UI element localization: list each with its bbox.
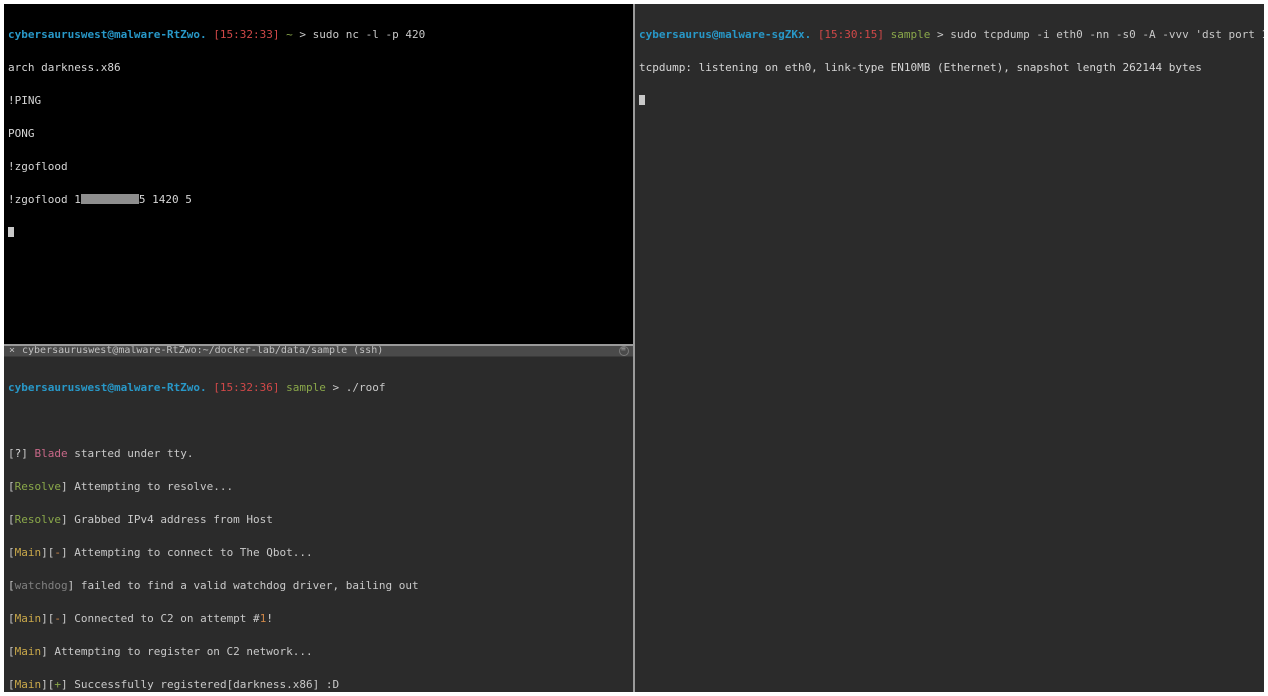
output-line: !zgoflood 1 5 1420 5 [8, 194, 629, 205]
window-frame: cybersauruswest@malware-RtZwo. [15:32:33… [0, 0, 1268, 696]
tag-main: Main [15, 546, 42, 559]
command-text: ./roof [346, 381, 386, 394]
command-text: sudo nc -l -p 420 [313, 28, 426, 41]
cursor-icon [639, 95, 645, 105]
pane-top-left[interactable]: cybersauruswest@malware-RtZwo. [15:32:33… [4, 4, 633, 344]
prompt-user: cybersauruswest@malware-RtZwo. [8, 28, 207, 41]
tag-main: Main [15, 678, 42, 691]
tag-main: Main [15, 645, 42, 658]
prompt-sep: > [937, 28, 944, 41]
prompt-user: cybersauruswest@malware-RtZwo. [8, 381, 207, 394]
prompt-line: cybersaurus@malware-sgZKx. [15:30:15] sa… [639, 29, 1260, 40]
output-line: [Main][-] Connected to C2 on attempt #1! [8, 613, 629, 624]
output-line: [Resolve] Attempting to resolve... [8, 481, 629, 492]
prompt-path: ~ [286, 28, 293, 41]
command-text: sudo tcpdump -i eth0 -nn -s0 -A -vvv 'ds… [950, 28, 1264, 41]
output-line: [?] Blade started under tty. [8, 448, 629, 459]
blank-line [8, 415, 629, 426]
output-line: [watchdog] failed to find a valid watchd… [8, 580, 629, 591]
output-line: !PING [8, 95, 629, 106]
cursor-icon [8, 227, 14, 237]
prompt-sep: > [299, 28, 306, 41]
tag-resolve: Resolve [15, 513, 61, 526]
prompt-user: cybersaurus@malware-sgZKx. [639, 28, 811, 41]
output-line: arch darkness.x86 [8, 62, 629, 73]
prompt-time: [15:32:33] [213, 28, 279, 41]
cursor-line [8, 227, 629, 238]
output-line: [Resolve] Grabbed IPv4 address from Host [8, 514, 629, 525]
terminal-output: cybersaurus@malware-sgZKx. [15:30:15] sa… [635, 4, 1264, 132]
output-line: [Main][-] Attempting to connect to The Q… [8, 547, 629, 558]
redacted-ip [81, 194, 139, 204]
hamburger-icon[interactable] [619, 346, 629, 356]
prompt-line: cybersauruswest@malware-RtZwo. [15:32:36… [8, 382, 629, 393]
pane-right[interactable]: cybersaurus@malware-sgZKx. [15:30:15] sa… [635, 4, 1264, 692]
prompt-path: sample [286, 381, 326, 394]
output-line: [Main] Attempting to register on C2 netw… [8, 646, 629, 657]
prompt-sep: > [333, 381, 340, 394]
tab-title[interactable]: cybersauruswest@malware-RtZwo:~/docker-l… [22, 346, 613, 356]
close-icon[interactable]: × [8, 346, 16, 356]
output-line: PONG [8, 128, 629, 139]
terminal-output: cybersauruswest@malware-RtZwo. [15:32:33… [4, 4, 633, 264]
prompt-time: [15:32:36] [213, 381, 279, 394]
prompt-time: [15:30:15] [818, 28, 884, 41]
cursor-line [639, 95, 1260, 106]
output-line: [Main][+] Successfully registered[darkne… [8, 679, 629, 690]
tag-blade: Blade [35, 447, 68, 460]
tag-main: Main [15, 612, 42, 625]
output-text: 5 1420 5 [139, 193, 192, 206]
prompt-line: cybersauruswest@malware-RtZwo. [15:32:33… [8, 29, 629, 40]
output-line: !zgoflood [8, 161, 629, 172]
terminal-multiplexer-grid: cybersauruswest@malware-RtZwo. [15:32:33… [4, 4, 1264, 692]
pane-bottom-left[interactable]: × cybersauruswest@malware-RtZwo:~/docker… [4, 346, 633, 692]
output-line: tcpdump: listening on eth0, link-type EN… [639, 62, 1260, 73]
tab-bar: × cybersauruswest@malware-RtZwo:~/docker… [4, 346, 633, 357]
terminal-output: cybersauruswest@malware-RtZwo. [15:32:36… [4, 357, 633, 692]
tag-watchdog: watchdog [15, 579, 68, 592]
prompt-path: sample [891, 28, 931, 41]
output-text: !zgoflood 1 [8, 193, 81, 206]
tag-resolve: Resolve [15, 480, 61, 493]
